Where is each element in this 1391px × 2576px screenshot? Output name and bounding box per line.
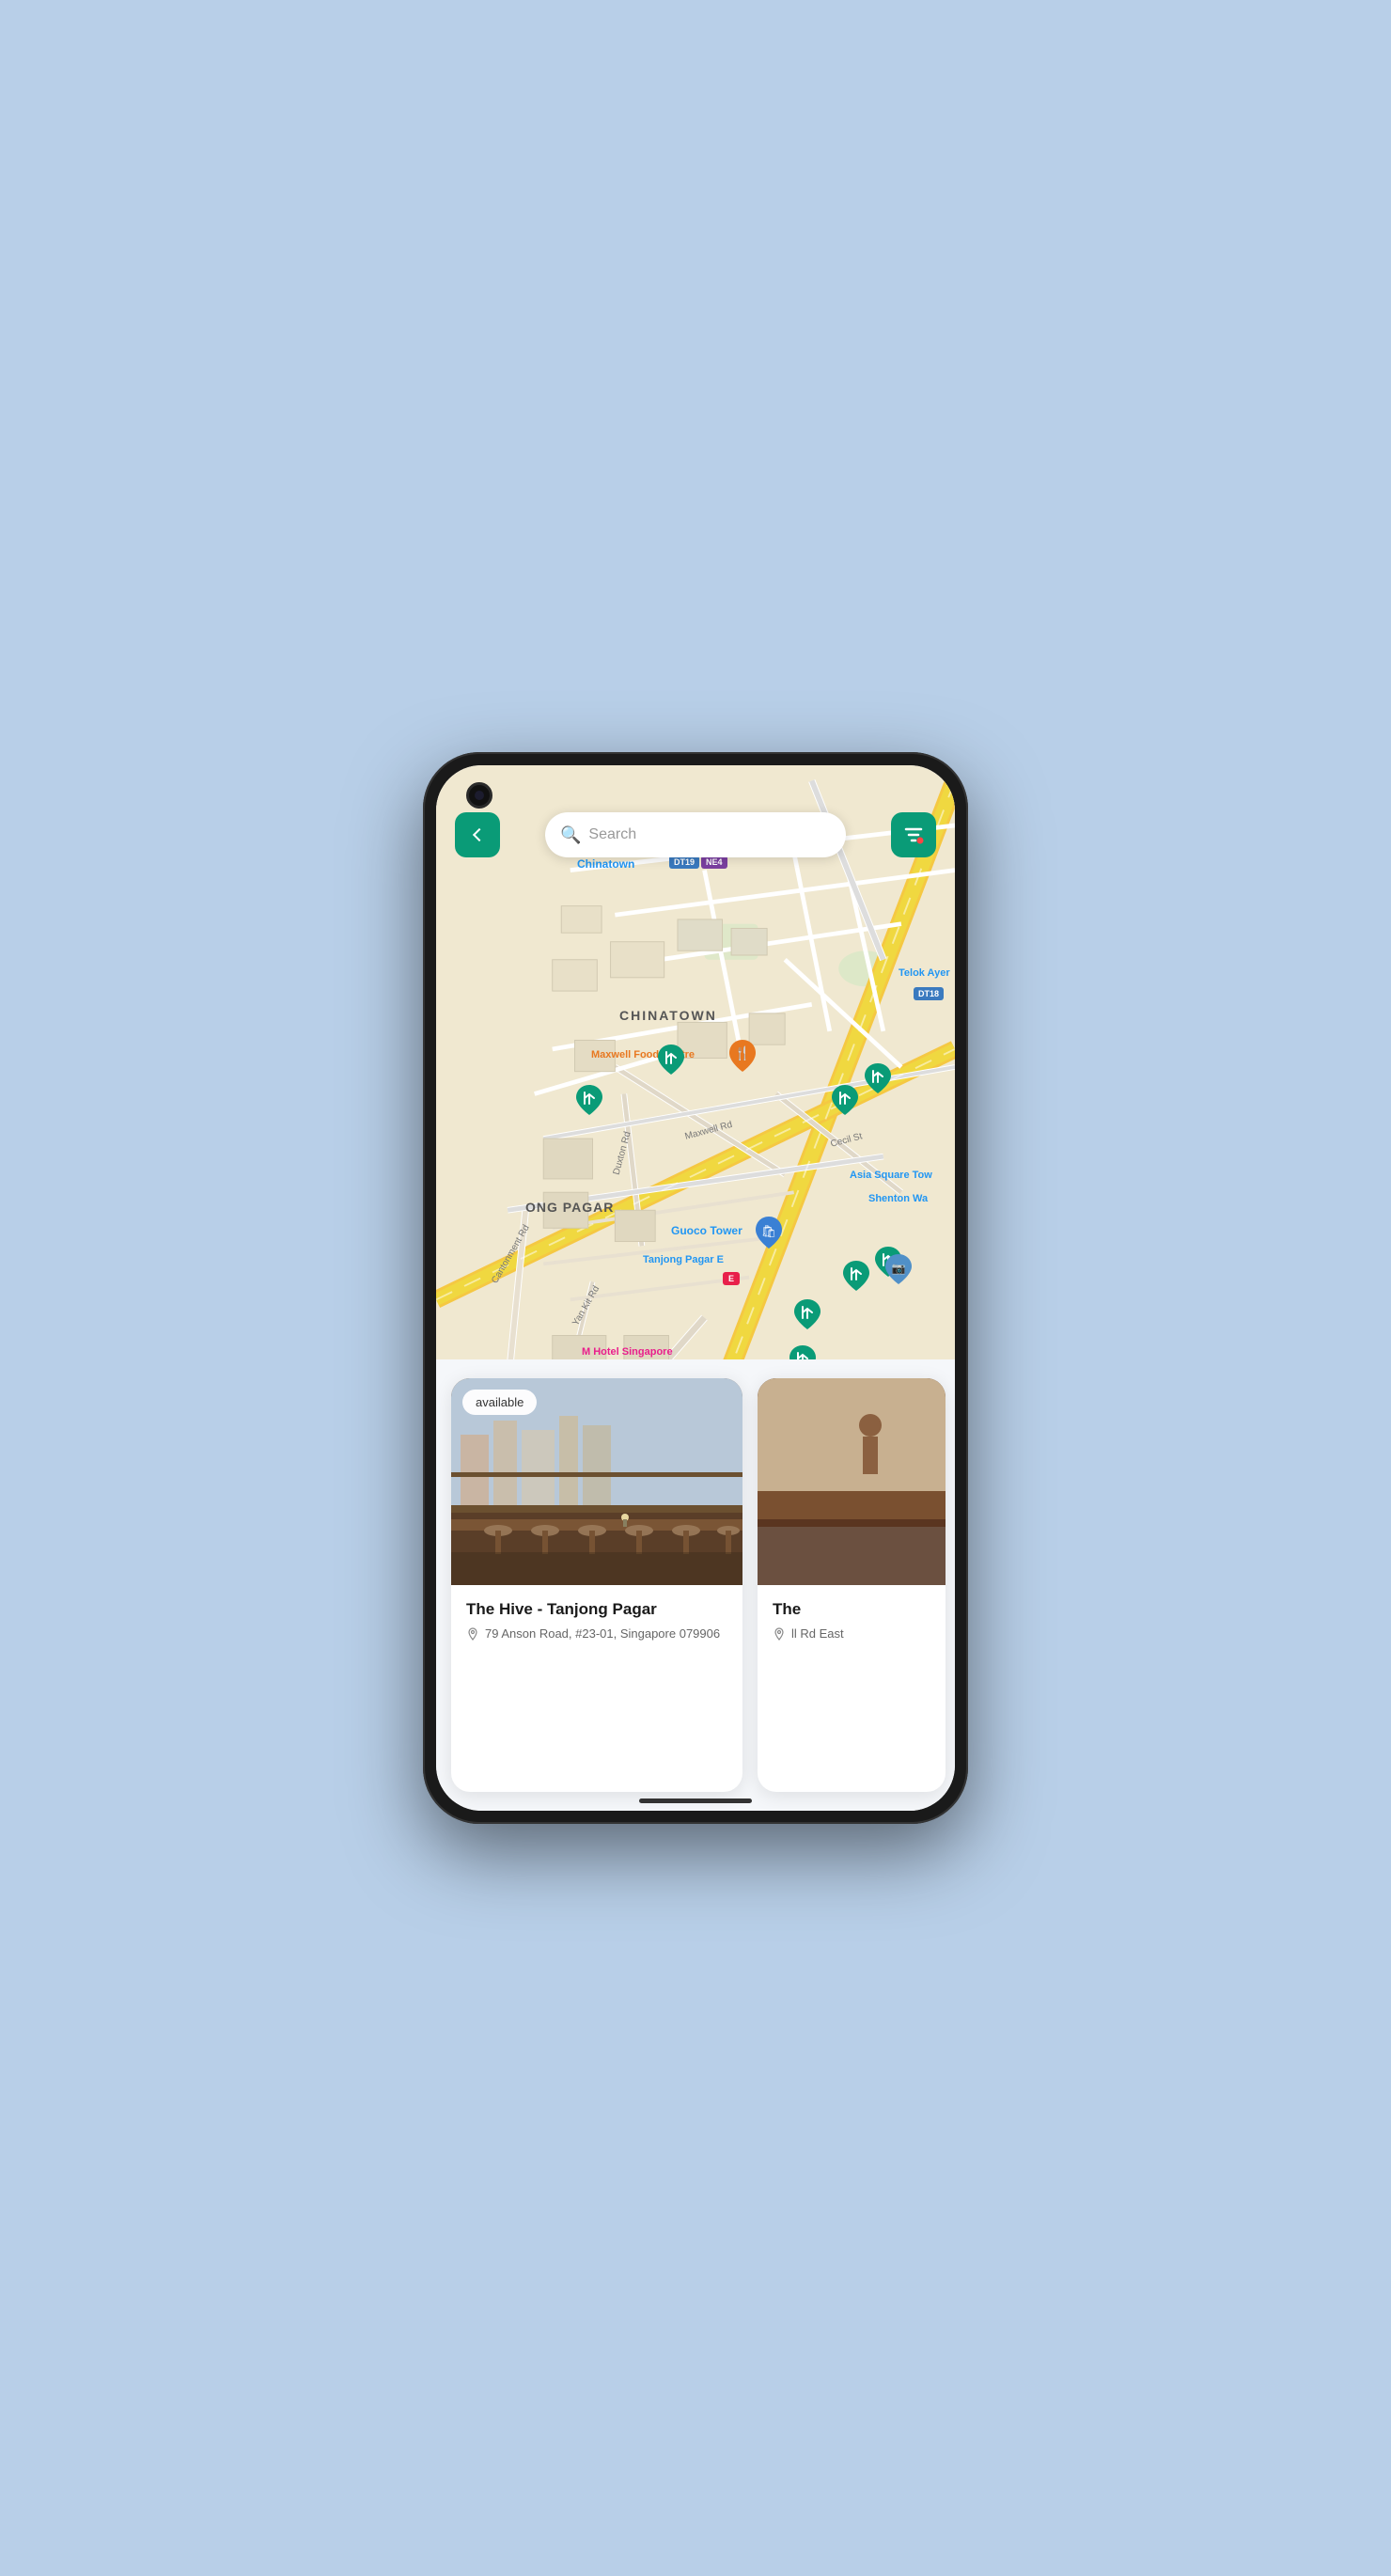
venue-address-1: 79 Anson Road, #23-01, Singapore 079906	[466, 1626, 727, 1641]
mrt-indicator: E	[723, 1269, 740, 1286]
location-icon-1	[466, 1627, 479, 1641]
venue-card-1-image: available	[451, 1378, 742, 1585]
card-1-info: The Hive - Tanjong Pagar 79 Anson Road, …	[451, 1585, 742, 1656]
map-pin-1[interactable]	[575, 1083, 603, 1122]
search-bar[interactable]: 🔍 Search	[545, 812, 846, 857]
card-2-info: The ll Rd East	[758, 1585, 946, 1656]
svg-text:📷: 📷	[892, 1262, 906, 1275]
phone-frame: 1A 🔍 Search	[423, 752, 968, 1824]
transit-badge-dt18: DT18	[914, 984, 944, 1001]
home-indicator[interactable]	[639, 1798, 752, 1803]
map-pin-2[interactable]	[657, 1043, 685, 1081]
filter-button[interactable]	[891, 812, 936, 857]
transit-badge-dt19ne4: DT19 NE4	[669, 856, 727, 869]
venue-address-text-2: ll Rd East	[791, 1626, 844, 1641]
availability-badge: available	[462, 1390, 537, 1415]
venue-card-2-image	[758, 1378, 946, 1585]
venue-name-1: The Hive - Tanjong Pagar	[466, 1600, 727, 1619]
map-pin-4[interactable]	[864, 1061, 892, 1100]
m-hotel-label: M Hotel Singapore	[582, 1346, 673, 1358]
shenton-wa-label: Shenton Wa	[868, 1193, 928, 1204]
venue-name-2: The	[773, 1600, 930, 1619]
camera	[466, 782, 492, 809]
venue-card-1[interactable]: available The Hive - Tanjong Pagar 79 An…	[451, 1378, 742, 1792]
search-input[interactable]: Search	[588, 826, 636, 843]
svg-text:🛍: 🛍	[761, 1224, 777, 1238]
map-pin-7[interactable]	[793, 1297, 821, 1336]
guoco-tower-label: Guoco Tower	[671, 1224, 742, 1237]
shopping-pin[interactable]: 🛍	[754, 1215, 784, 1255]
location-icon-2	[773, 1627, 786, 1641]
phone-screen: 1A 🔍 Search	[436, 765, 955, 1811]
cards-scroll-container[interactable]: available The Hive - Tanjong Pagar 79 An…	[436, 1359, 955, 1811]
map-pin-3[interactable]	[831, 1083, 859, 1122]
filter-icon	[902, 824, 925, 846]
asia-square-label: Asia Square Tow	[850, 1170, 932, 1181]
cards-section: available The Hive - Tanjong Pagar 79 An…	[436, 1359, 955, 1811]
svg-text:🍴: 🍴	[734, 1045, 750, 1061]
map-container[interactable]: 1A 🔍 Search	[436, 765, 955, 1405]
back-button[interactable]	[455, 812, 500, 857]
chinatown-label: Chinatown	[577, 857, 634, 871]
food-pin[interactable]: 🍴	[727, 1038, 758, 1078]
venue-address-text-1: 79 Anson Road, #23-01, Singapore 079906	[485, 1626, 720, 1641]
chevron-left-icon	[473, 828, 486, 841]
chinatown-area-label: CHINATOWN	[619, 1008, 717, 1023]
venue-card-2[interactable]: The ll Rd East	[758, 1378, 946, 1792]
venue-address-2: ll Rd East	[773, 1626, 930, 1641]
map-background: 1A 🔍 Search	[436, 765, 955, 1405]
tanjong-pagar-label: Tanjong Pagar E	[643, 1254, 724, 1265]
telok-ayer-label: Telok Ayer	[899, 967, 950, 979]
search-icon: 🔍	[560, 825, 581, 845]
availability-text: available	[476, 1395, 524, 1409]
tanjong-pagar-area-label: ONG PAGAR	[525, 1200, 614, 1215]
camera-pin[interactable]: 📷	[884, 1252, 913, 1291]
map-pin-6[interactable]	[842, 1259, 870, 1297]
